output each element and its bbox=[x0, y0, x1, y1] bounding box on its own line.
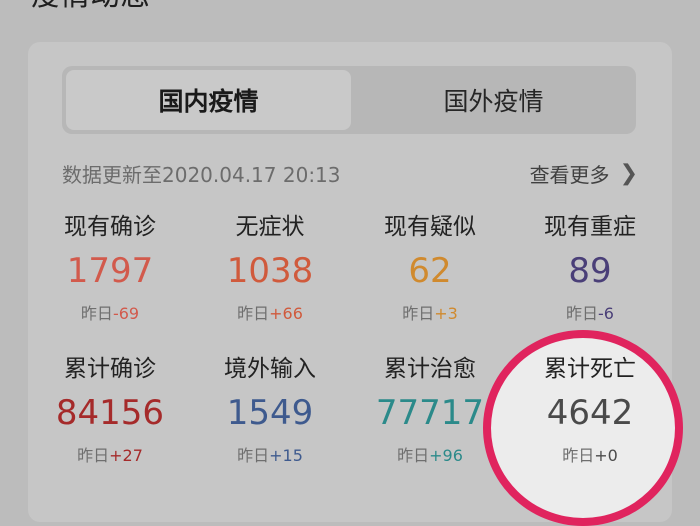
chevron-right-icon: ❯ bbox=[619, 160, 638, 186]
stat-delta: 昨日-6 bbox=[566, 302, 614, 326]
delta-value: +3 bbox=[434, 304, 458, 323]
stat-total-recovered: 累计治愈 77717 昨日+96 bbox=[350, 352, 510, 468]
stats-row-cumulative: 累计确诊 84156 昨日+27 境外输入 1549 昨日+15 累计治愈 77… bbox=[30, 352, 670, 468]
delta-prefix: 昨日 bbox=[237, 304, 270, 323]
stat-delta: 昨日+0 bbox=[562, 444, 618, 468]
tab-domestic[interactable]: 国内疫情 bbox=[66, 70, 351, 130]
delta-prefix: 昨日 bbox=[562, 446, 595, 465]
stat-label: 累计确诊 bbox=[64, 356, 156, 382]
delta-value: -6 bbox=[598, 304, 614, 323]
section-title: 疫情动态 bbox=[30, 0, 150, 14]
stat-total-deaths: 累计死亡 4642 昨日+0 bbox=[510, 352, 670, 468]
view-more-label: 查看更多 bbox=[529, 162, 610, 187]
stat-value: 89 bbox=[568, 251, 612, 291]
stats-row-current: 现有确诊 1797 昨日-69 无症状 1038 昨日+66 现有疑似 62 昨… bbox=[30, 210, 670, 326]
stat-delta: 昨日-69 bbox=[81, 302, 139, 326]
update-timestamp: 数据更新至2020.04.17 20:13 bbox=[62, 162, 341, 187]
stat-label: 境外输入 bbox=[224, 356, 316, 382]
stat-label: 现有疑似 bbox=[384, 214, 476, 240]
delta-value: +15 bbox=[269, 446, 303, 465]
region-tabs: 国内疫情 国外疫情 bbox=[62, 66, 636, 134]
stat-delta: 昨日+15 bbox=[237, 444, 303, 468]
stat-value: 77717 bbox=[375, 393, 485, 433]
stat-imported: 境外输入 1549 昨日+15 bbox=[190, 352, 350, 468]
stat-value: 1549 bbox=[226, 393, 314, 433]
stat-label: 累计治愈 bbox=[384, 356, 476, 382]
delta-value: +27 bbox=[109, 446, 143, 465]
delta-prefix: 昨日 bbox=[402, 304, 435, 323]
tab-overseas[interactable]: 国外疫情 bbox=[351, 70, 636, 130]
stat-value: 84156 bbox=[55, 393, 165, 433]
stat-label: 现有重症 bbox=[544, 214, 636, 240]
stat-severe: 现有重症 89 昨日-6 bbox=[510, 210, 670, 326]
delta-prefix: 昨日 bbox=[397, 446, 430, 465]
view-more-link[interactable]: 查看更多 ❯ bbox=[530, 159, 638, 188]
delta-prefix: 昨日 bbox=[566, 304, 599, 323]
delta-value: -69 bbox=[112, 304, 140, 323]
stat-value: 62 bbox=[408, 251, 452, 291]
update-row: 数据更新至2020.04.17 20:13 查看更多 ❯ bbox=[62, 153, 638, 193]
stat-suspected: 现有疑似 62 昨日+3 bbox=[350, 210, 510, 326]
stat-delta: 昨日+66 bbox=[237, 302, 303, 326]
stat-label: 现有确诊 bbox=[64, 214, 156, 240]
delta-value: +66 bbox=[269, 304, 303, 323]
stat-value: 4642 bbox=[546, 393, 634, 433]
delta-value: +0 bbox=[594, 446, 618, 465]
stat-asymptomatic: 无症状 1038 昨日+66 bbox=[190, 210, 350, 326]
delta-value: +96 bbox=[429, 446, 463, 465]
stat-label: 无症状 bbox=[235, 214, 305, 240]
stat-value: 1038 bbox=[226, 251, 314, 291]
stat-delta: 昨日+3 bbox=[402, 302, 458, 326]
delta-prefix: 昨日 bbox=[80, 304, 113, 323]
delta-prefix: 昨日 bbox=[77, 446, 110, 465]
stat-delta: 昨日+27 bbox=[77, 444, 143, 468]
stat-delta: 昨日+96 bbox=[397, 444, 463, 468]
stat-label: 累计死亡 bbox=[544, 356, 636, 382]
stat-current-confirmed: 现有确诊 1797 昨日-69 bbox=[30, 210, 190, 326]
stat-total-confirmed: 累计确诊 84156 昨日+27 bbox=[30, 352, 190, 468]
stat-value: 1797 bbox=[66, 251, 154, 291]
delta-prefix: 昨日 bbox=[237, 446, 270, 465]
